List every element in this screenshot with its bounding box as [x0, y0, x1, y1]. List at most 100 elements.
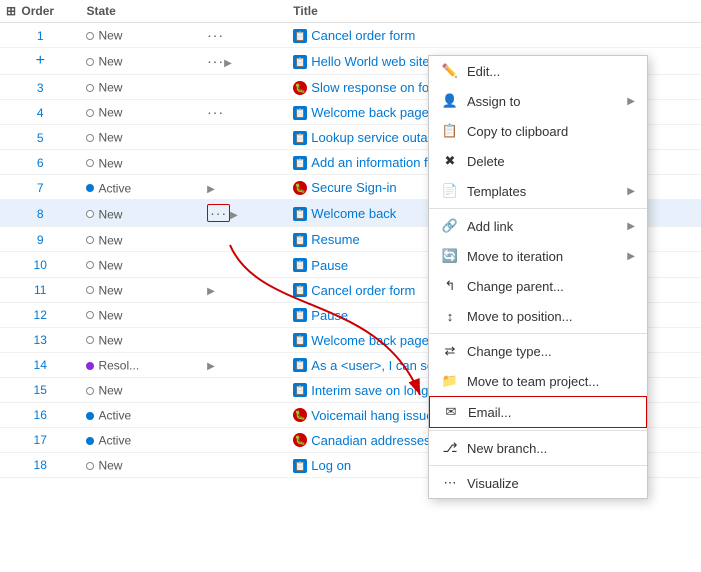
- menu-item-copy-clipboard[interactable]: 📋Copy to clipboard: [429, 116, 647, 146]
- bug-icon: 🐛: [293, 408, 307, 422]
- state-dot: [86, 32, 94, 40]
- item-title[interactable]: Hello World web site: [311, 54, 429, 69]
- item-title[interactable]: Welcome back page: [311, 333, 429, 348]
- actions-cell: [201, 377, 287, 402]
- state-label: New: [98, 207, 122, 221]
- title-cell: 📋Cancel order form: [287, 23, 701, 48]
- actions-cell: ···: [201, 23, 287, 48]
- menu-item-change-type[interactable]: ⇄ Change type...: [429, 336, 647, 366]
- item-title[interactable]: Log on: [311, 458, 351, 473]
- menu-item-move-position[interactable]: ↕Move to position...: [429, 301, 647, 331]
- context-menu: ✏️Edit...👤Assign to▶📋Copy to clipboard✖D…: [428, 55, 648, 499]
- item-title[interactable]: Voicemail hang issue: [311, 408, 433, 423]
- menu-item-label: Change type...: [467, 344, 635, 359]
- menu-item-visualize[interactable]: ⋯Visualize: [429, 468, 647, 498]
- branch-icon: ⎇: [441, 439, 459, 457]
- actions-cell: ▶: [201, 175, 287, 200]
- item-title[interactable]: Slow response on form: [311, 80, 444, 95]
- email-icon: ✉: [442, 403, 460, 421]
- menu-item-new-branch[interactable]: ⎇ New branch...: [429, 433, 647, 463]
- order-number: 9: [37, 233, 44, 247]
- menu-item-templates[interactable]: 📄Templates▶: [429, 176, 647, 206]
- story-icon: 📋: [293, 55, 307, 69]
- actions-cell: [201, 252, 287, 277]
- menu-item-change-parent[interactable]: ↰Change parent...: [429, 271, 647, 301]
- menu-item-label: Delete: [467, 154, 635, 169]
- state-dot: [86, 362, 94, 370]
- actions-cell: [201, 452, 287, 477]
- menu-item-move-team[interactable]: 📁Move to team project...: [429, 366, 647, 396]
- actions-dots-button[interactable]: ···: [207, 204, 230, 222]
- menu-item-label: New branch...: [467, 441, 635, 456]
- order-number: 6: [37, 156, 44, 170]
- state-label: New: [98, 233, 122, 247]
- state-label: New: [98, 333, 122, 347]
- state-label: New: [98, 106, 122, 120]
- state-cell: New: [80, 100, 201, 125]
- item-title[interactable]: Pause: [311, 308, 348, 323]
- item-title[interactable]: Welcome back page: [311, 105, 429, 120]
- order-cell: 6: [0, 150, 80, 175]
- actions-dots-button[interactable]: ···: [207, 53, 224, 69]
- order-cell: 7: [0, 175, 80, 200]
- state-cell: New: [80, 277, 201, 302]
- menu-item-add-link[interactable]: 🔗Add link▶: [429, 211, 647, 241]
- menu-divider: [429, 465, 647, 466]
- add-child-button[interactable]: +: [36, 52, 45, 70]
- order-cell: 3: [0, 75, 80, 100]
- actions-cell: ···▶: [201, 200, 287, 227]
- menu-item-label: Move to position...: [467, 309, 635, 324]
- actions-dots-button[interactable]: ···: [207, 104, 224, 120]
- story-icon: 📋: [293, 207, 307, 221]
- menu-item-move-iteration[interactable]: 🔄Move to iteration▶: [429, 241, 647, 271]
- item-title[interactable]: Welcome back: [311, 206, 396, 221]
- state-dot: [86, 261, 94, 269]
- expand-arrow[interactable]: ▶: [207, 184, 215, 195]
- order-number: 3: [37, 81, 44, 95]
- state-label: Active: [98, 434, 131, 448]
- menu-item-edit[interactable]: ✏️Edit...: [429, 56, 647, 86]
- state-label: New: [98, 29, 122, 43]
- expand-arrow[interactable]: ▶: [207, 361, 215, 372]
- state-cell: New: [80, 327, 201, 352]
- story-icon: 📋: [293, 383, 307, 397]
- menu-item-label: Change parent...: [467, 279, 635, 294]
- order-number: 17: [34, 433, 47, 447]
- expand-arrow[interactable]: ▶: [230, 210, 238, 221]
- item-title[interactable]: Pause: [311, 258, 348, 273]
- state-dot: [86, 134, 94, 142]
- actions-dots-button[interactable]: ···: [207, 27, 224, 43]
- item-title[interactable]: Cancel order form: [311, 283, 415, 298]
- state-label: New: [98, 131, 122, 145]
- order-cell: 17: [0, 427, 80, 452]
- state-cell: New: [80, 302, 201, 327]
- story-icon: 📋: [293, 308, 307, 322]
- state-cell: New: [80, 252, 201, 277]
- story-icon: 📋: [293, 358, 307, 372]
- item-title[interactable]: Secure Sign-in: [311, 180, 396, 195]
- menu-item-assign-to[interactable]: 👤Assign to▶: [429, 86, 647, 116]
- type-icon: ⇄: [441, 342, 459, 360]
- copy-icon: 📋: [441, 122, 459, 140]
- menu-item-email[interactable]: ✉Email...: [429, 396, 647, 428]
- item-title[interactable]: Cancel order form: [311, 28, 415, 43]
- item-title[interactable]: Resume: [311, 232, 359, 247]
- order-number: 7: [37, 181, 44, 195]
- submenu-arrow: ▶: [627, 186, 635, 197]
- state-label: Active: [98, 181, 131, 195]
- story-icon: 📋: [293, 333, 307, 347]
- story-icon: 📋: [293, 258, 307, 272]
- col-header-actions: [201, 0, 287, 23]
- state-dot: [86, 210, 94, 218]
- state-label: New: [98, 283, 122, 297]
- col-icon-grid: ⊞: [6, 4, 16, 18]
- expand-arrow[interactable]: ▶: [224, 58, 232, 69]
- story-icon: 📋: [293, 106, 307, 120]
- menu-divider: [429, 208, 647, 209]
- menu-item-delete[interactable]: ✖Delete: [429, 146, 647, 176]
- order-number: 18: [34, 458, 47, 472]
- team-icon: 📁: [441, 372, 459, 390]
- actions-cell: [201, 402, 287, 427]
- state-dot: [86, 387, 94, 395]
- expand-arrow[interactable]: ▶: [207, 286, 215, 297]
